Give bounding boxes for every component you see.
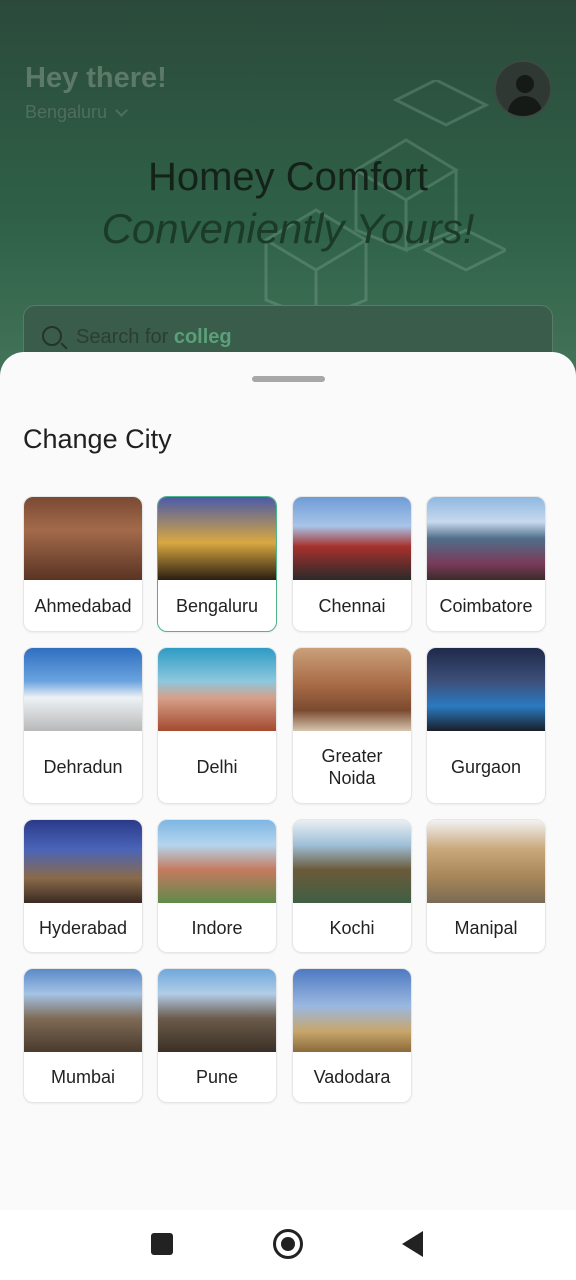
city-card-label: Vadodara bbox=[313, 1067, 391, 1087]
city-card-hyderabad[interactable]: Hyderabad bbox=[23, 819, 143, 953]
city-image bbox=[293, 648, 411, 731]
recents-icon[interactable] bbox=[151, 1233, 173, 1255]
city-image bbox=[427, 497, 545, 580]
city-image bbox=[158, 497, 276, 580]
city-image bbox=[158, 969, 276, 1052]
city-card-label: Chennai bbox=[318, 595, 386, 616]
search-placeholder: Search for colleg bbox=[76, 326, 232, 348]
city-image bbox=[293, 497, 411, 580]
city-card-label: Mumbai bbox=[50, 1067, 116, 1087]
city-card-label: Greater Noida bbox=[321, 746, 383, 788]
city-image bbox=[24, 820, 142, 903]
city-card-vadodara[interactable]: Vadodara bbox=[292, 968, 412, 1103]
city-illustration bbox=[263, 80, 506, 320]
city-card-label: Ahmedabad bbox=[34, 595, 132, 616]
sheet-drag-handle[interactable] bbox=[252, 376, 325, 382]
city-card-dehradun[interactable]: Dehradun bbox=[23, 647, 143, 804]
city-card-label: Bengaluru bbox=[175, 595, 259, 616]
sheet-title: Change City bbox=[23, 424, 172, 454]
city-image bbox=[24, 969, 142, 1052]
city-card-ahmedabad[interactable]: Ahmedabad bbox=[23, 496, 143, 632]
city-image bbox=[427, 648, 545, 731]
city-card-indore[interactable]: Indore bbox=[157, 819, 277, 953]
city-image bbox=[158, 820, 276, 903]
city-card-kochi[interactable]: Kochi bbox=[292, 819, 412, 953]
city-image bbox=[293, 969, 411, 1052]
city-card-label: Hyderabad bbox=[38, 917, 128, 938]
hero-title: Homey Comfort bbox=[147, 155, 429, 199]
city-card-label: Pune bbox=[195, 1067, 239, 1087]
greeting-heading: Hey there! bbox=[25, 62, 167, 94]
change-city-sheet: Change City Ahmedabad Bengaluru Chennai Coi… bbox=[0, 352, 576, 1210]
chevron-down-icon bbox=[115, 103, 128, 117]
city-card-chennai[interactable]: Chennai bbox=[292, 496, 412, 632]
user-icon bbox=[516, 75, 534, 93]
profile-avatar[interactable] bbox=[494, 60, 552, 118]
back-icon[interactable] bbox=[402, 1231, 423, 1257]
city-card-label: Dehradun bbox=[43, 757, 123, 777]
city-card-label: Indore bbox=[191, 917, 243, 938]
search-icon bbox=[42, 326, 62, 346]
city-card-label: Coimbatore bbox=[439, 595, 533, 616]
city-card-label: Gurgaon bbox=[450, 757, 522, 777]
search-rotating-keyword: colleg bbox=[173, 326, 232, 348]
hero-subtitle: Conveniently Yours! bbox=[101, 205, 475, 252]
city-image bbox=[24, 497, 142, 580]
system-navigation-bar bbox=[0, 1210, 576, 1280]
city-card-label: Manipal bbox=[454, 917, 518, 938]
city-card-mumbai[interactable]: Mumbai bbox=[23, 968, 143, 1103]
city-selector[interactable]: Bengaluru bbox=[25, 102, 128, 123]
city-card-pune[interactable]: Pune bbox=[157, 968, 277, 1103]
city-card-gurgaon[interactable]: Gurgaon bbox=[426, 647, 546, 804]
city-card-delhi[interactable]: Delhi bbox=[157, 647, 277, 804]
city-card-label: Delhi bbox=[196, 757, 238, 777]
city-card-coimbatore[interactable]: Coimbatore bbox=[426, 496, 546, 632]
city-card-label: Kochi bbox=[329, 917, 375, 938]
city-card-manipal[interactable]: Manipal bbox=[426, 819, 546, 953]
city-image bbox=[427, 820, 545, 903]
city-image bbox=[24, 648, 142, 731]
city-selector-label: Bengaluru bbox=[25, 102, 108, 122]
city-card-bengaluru[interactable]: Bengaluru bbox=[157, 496, 277, 632]
city-card-greater-noida[interactable]: Greater Noida bbox=[292, 647, 412, 804]
city-image bbox=[158, 648, 276, 731]
home-icon[interactable] bbox=[273, 1229, 303, 1259]
city-image bbox=[293, 820, 411, 903]
